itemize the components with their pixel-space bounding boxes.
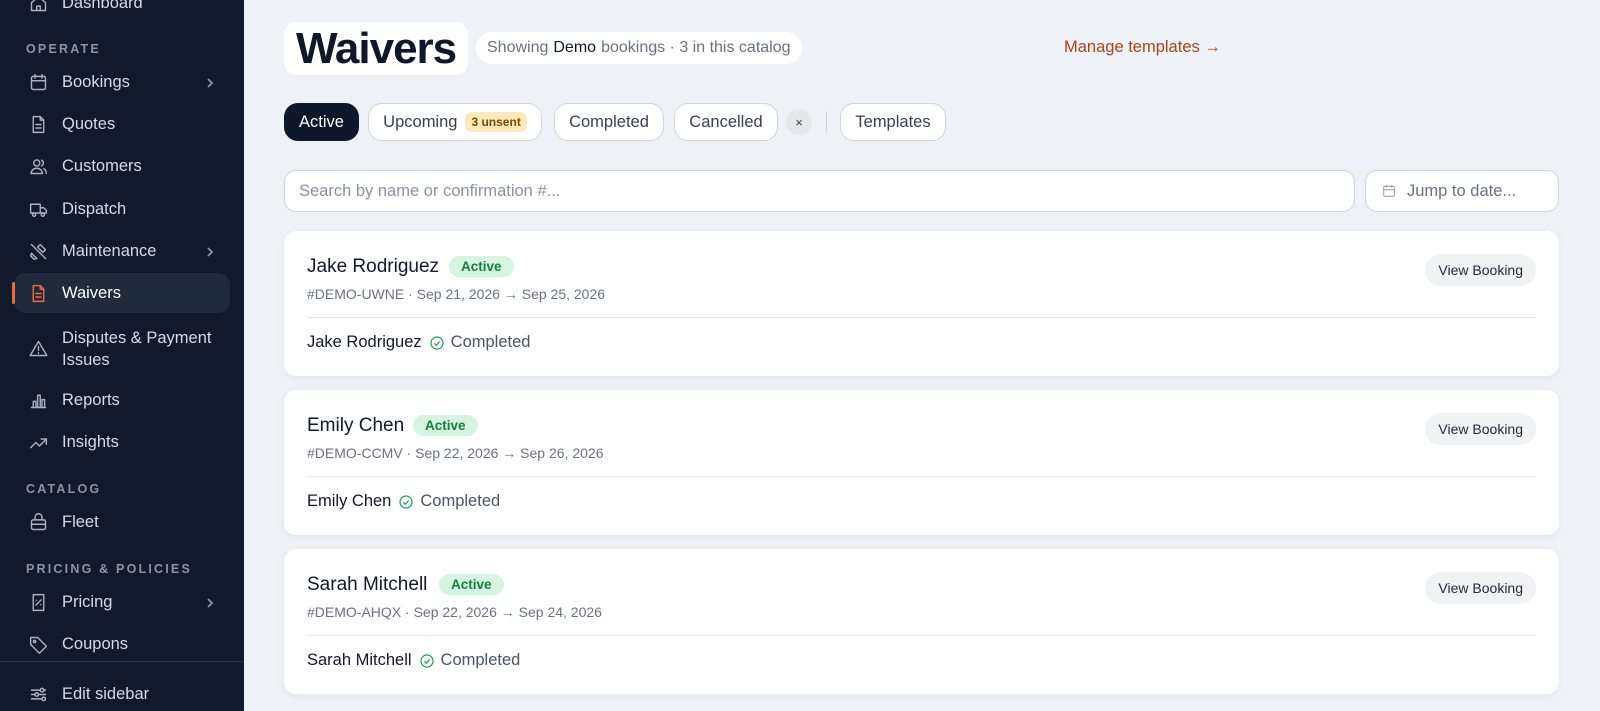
tab-separator bbox=[826, 111, 827, 133]
catalog-name: Demo bbox=[553, 39, 597, 56]
document-icon bbox=[27, 113, 49, 135]
jump-to-date-button[interactable]: Jump to date... bbox=[1365, 170, 1559, 212]
customer-name: Sarah Mitchell bbox=[307, 574, 428, 595]
users-icon bbox=[27, 155, 49, 177]
status-badge: Active bbox=[449, 256, 514, 277]
clear-filter-button[interactable]: × bbox=[786, 109, 812, 135]
sidebar-item-label: Insights bbox=[62, 433, 119, 451]
box-icon bbox=[27, 511, 49, 533]
truck-icon bbox=[27, 198, 49, 220]
sidebar-item-dispatch[interactable]: Dispatch bbox=[14, 189, 230, 229]
sidebar-item-label: Coupons bbox=[62, 635, 129, 653]
sidebar-item-waivers[interactable]: Waivers bbox=[12, 273, 230, 313]
sidebar-item-pricing[interactable]: Pricing bbox=[14, 582, 230, 622]
signer-status: Completed bbox=[420, 492, 501, 510]
tab-active[interactable]: Active bbox=[284, 103, 359, 141]
check-circle-icon bbox=[430, 335, 444, 350]
sidebar-item-coupons[interactable]: Coupons bbox=[14, 624, 230, 664]
status-badge: Active bbox=[413, 415, 478, 436]
waiver-card: Jake Rodriguez Active #DEMO-UWNE · Sep 2… bbox=[284, 231, 1559, 376]
sidebar-item-bookings[interactable]: Bookings bbox=[14, 62, 230, 102]
sidebar: Dashboard OPERATE Bookings Quotes Custom… bbox=[0, 0, 244, 711]
card-divider bbox=[307, 635, 1536, 636]
document-icon bbox=[27, 282, 49, 304]
signer-row: Emily Chen Completed bbox=[307, 492, 500, 511]
main-content: Waivers Showing Demo bookings · 3 in thi… bbox=[244, 0, 1600, 711]
waiver-card: Sarah Mitchell Active #DEMO-AHQX · Sep 2… bbox=[284, 549, 1559, 694]
view-booking-button[interactable]: View Booking bbox=[1425, 572, 1536, 604]
tag-icon bbox=[27, 633, 49, 655]
showing-summary: Showing Demo bookings · 3 in this catalo… bbox=[476, 32, 802, 64]
tab-templates[interactable]: Templates bbox=[840, 103, 946, 141]
unsent-badge: 3 unsent bbox=[465, 112, 527, 132]
signer-status: Completed bbox=[440, 651, 521, 669]
tab-completed[interactable]: Completed bbox=[554, 103, 664, 141]
bar-chart-icon bbox=[27, 389, 49, 411]
home-icon bbox=[27, 0, 49, 14]
sidebar-item-reports[interactable]: Reports bbox=[14, 380, 230, 420]
booking-meta: #DEMO-CCMV · Sep 22, 2026 → Sep 26, 2026 bbox=[307, 445, 604, 461]
chevron-right-icon bbox=[204, 76, 216, 88]
receipt-icon bbox=[27, 591, 49, 613]
calendar-icon bbox=[1383, 185, 1395, 197]
sidebar-item-disputes[interactable]: Disputes & Payment Issues bbox=[14, 320, 230, 376]
edit-sidebar-button[interactable]: Edit sidebar bbox=[14, 674, 230, 711]
tab-cancelled[interactable]: Cancelled bbox=[674, 103, 778, 141]
sidebar-item-label: Dispatch bbox=[62, 200, 127, 218]
section-label-pricing: PRICING & POLICIES bbox=[26, 562, 193, 576]
warning-icon bbox=[27, 337, 49, 359]
customer-name: Emily Chen bbox=[307, 415, 405, 436]
card-divider bbox=[307, 317, 1536, 318]
waiver-card: Emily Chen Active #DEMO-CCMV · Sep 22, 2… bbox=[284, 390, 1559, 535]
sidebar-item-fleet[interactable]: Fleet bbox=[14, 502, 230, 542]
sidebar-item-label: Dashboard bbox=[62, 0, 143, 12]
card-divider bbox=[307, 476, 1536, 477]
signer-name: Emily Chen bbox=[307, 492, 392, 510]
booking-meta: #DEMO-AHQX · Sep 22, 2026 → Sep 24, 2026 bbox=[307, 604, 602, 620]
sidebar-item-customers[interactable]: Customers bbox=[14, 146, 230, 186]
sidebar-item-label: Waivers bbox=[62, 284, 121, 302]
status-badge: Active bbox=[439, 574, 504, 595]
view-booking-button[interactable]: View Booking bbox=[1425, 254, 1536, 286]
chevron-right-icon bbox=[204, 245, 216, 257]
trend-icon bbox=[27, 431, 49, 453]
sidebar-item-quotes[interactable]: Quotes bbox=[14, 104, 230, 144]
sidebar-item-label: Reports bbox=[62, 391, 120, 409]
sliders-icon bbox=[27, 683, 49, 705]
sidebar-item-label: Disputes & Payment Issues bbox=[62, 329, 212, 369]
booking-meta: #DEMO-UWNE · Sep 21, 2026 → Sep 25, 2026 bbox=[307, 286, 606, 302]
check-circle-icon bbox=[419, 653, 434, 668]
edit-sidebar-label: Edit sidebar bbox=[62, 685, 150, 703]
signer-row: Sarah Mitchell Completed bbox=[307, 651, 520, 670]
sidebar-item-label: Quotes bbox=[62, 115, 116, 133]
calendar-icon bbox=[27, 71, 49, 93]
page-title: Waivers bbox=[296, 23, 457, 73]
signer-status: Completed bbox=[450, 333, 531, 351]
customer-name: Jake Rodriguez bbox=[307, 256, 440, 277]
signer-name: Sarah Mitchell bbox=[307, 651, 412, 669]
page-title-container: Waivers bbox=[284, 22, 469, 75]
section-label-catalog: CATALOG bbox=[26, 482, 102, 496]
sidebar-item-dashboard[interactable]: Dashboard bbox=[14, 0, 230, 23]
sidebar-item-maintenance[interactable]: Maintenance bbox=[14, 231, 230, 271]
sidebar-item-label: Bookings bbox=[62, 73, 130, 91]
search-input[interactable] bbox=[284, 170, 1355, 212]
tab-upcoming[interactable]: Upcoming 3 unsent bbox=[368, 103, 542, 141]
sidebar-item-insights[interactable]: Insights bbox=[14, 422, 230, 462]
signer-row: Jake Rodriguez Completed bbox=[307, 333, 530, 352]
sidebar-item-label: Fleet bbox=[62, 513, 99, 531]
signer-name: Jake Rodriguez bbox=[307, 333, 422, 351]
manage-templates-link[interactable]: Manage templates → bbox=[1064, 38, 1221, 57]
sidebar-item-label: Customers bbox=[62, 157, 142, 175]
sidebar-divider bbox=[0, 661, 244, 662]
section-label-operate: OPERATE bbox=[26, 42, 101, 56]
tools-icon bbox=[27, 240, 49, 262]
check-circle-icon bbox=[399, 494, 413, 509]
view-booking-button[interactable]: View Booking bbox=[1425, 413, 1536, 445]
chevron-right-icon bbox=[204, 596, 216, 608]
sidebar-item-label: Maintenance bbox=[62, 242, 157, 260]
sidebar-item-label: Pricing bbox=[62, 593, 113, 611]
